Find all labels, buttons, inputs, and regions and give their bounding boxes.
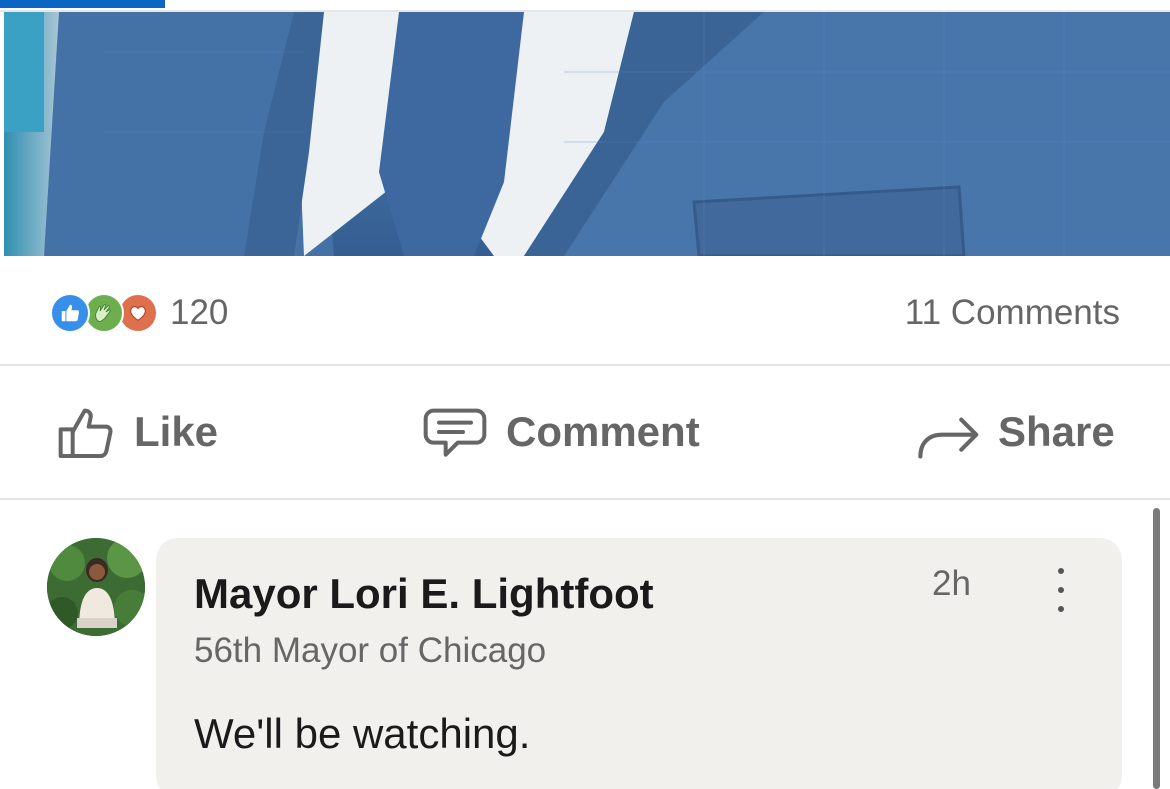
reactions-summary[interactable]: 120 xyxy=(50,292,228,334)
comment-timestamp: 2h xyxy=(932,564,971,603)
love-reaction-icon xyxy=(118,293,158,333)
social-counts-row: 120 11 Comments xyxy=(0,256,1170,364)
share-arrow-icon xyxy=(916,402,982,462)
suit-photo xyxy=(4,12,1170,256)
comments-count-link[interactable]: 11 Comments xyxy=(905,292,1120,334)
post-page: 120 11 Comments Like Comment Share Mayor… xyxy=(0,0,1170,789)
scrollbar[interactable] xyxy=(1153,508,1160,789)
share-label: Share xyxy=(998,408,1115,455)
thumbs-up-icon xyxy=(54,400,118,464)
like-button[interactable]: Like xyxy=(54,396,218,468)
comment-bubble: Mayor Lori E. Lightfoot 56th Mayor of Ch… xyxy=(156,538,1122,789)
comment-text: We'll be watching. xyxy=(194,710,531,757)
action-bar: Like Comment Share xyxy=(0,366,1170,499)
comment-bubble-icon xyxy=(420,400,490,464)
avatar[interactable] xyxy=(47,538,145,636)
menu-dot xyxy=(1058,606,1064,612)
action-divider xyxy=(0,498,1170,500)
like-reaction-icon xyxy=(50,293,90,333)
celebrate-reaction-icon xyxy=(84,293,124,333)
like-label: Like xyxy=(134,408,219,455)
share-button[interactable]: Share xyxy=(916,396,1115,468)
comment-author-headline: 56th Mayor of Chicago xyxy=(194,631,547,670)
reaction-count: 120 xyxy=(170,293,229,332)
menu-dot xyxy=(1058,587,1064,593)
tab-indicator xyxy=(0,0,165,8)
avatar-photo xyxy=(47,538,145,636)
comment-label: Comment xyxy=(506,408,700,455)
post-image[interactable] xyxy=(4,12,1170,256)
more-options-icon[interactable] xyxy=(1046,568,1076,612)
comment-author-name[interactable]: Mayor Lori E. Lightfoot xyxy=(194,570,654,618)
menu-dot xyxy=(1058,568,1064,574)
comment-button[interactable]: Comment xyxy=(420,396,700,468)
